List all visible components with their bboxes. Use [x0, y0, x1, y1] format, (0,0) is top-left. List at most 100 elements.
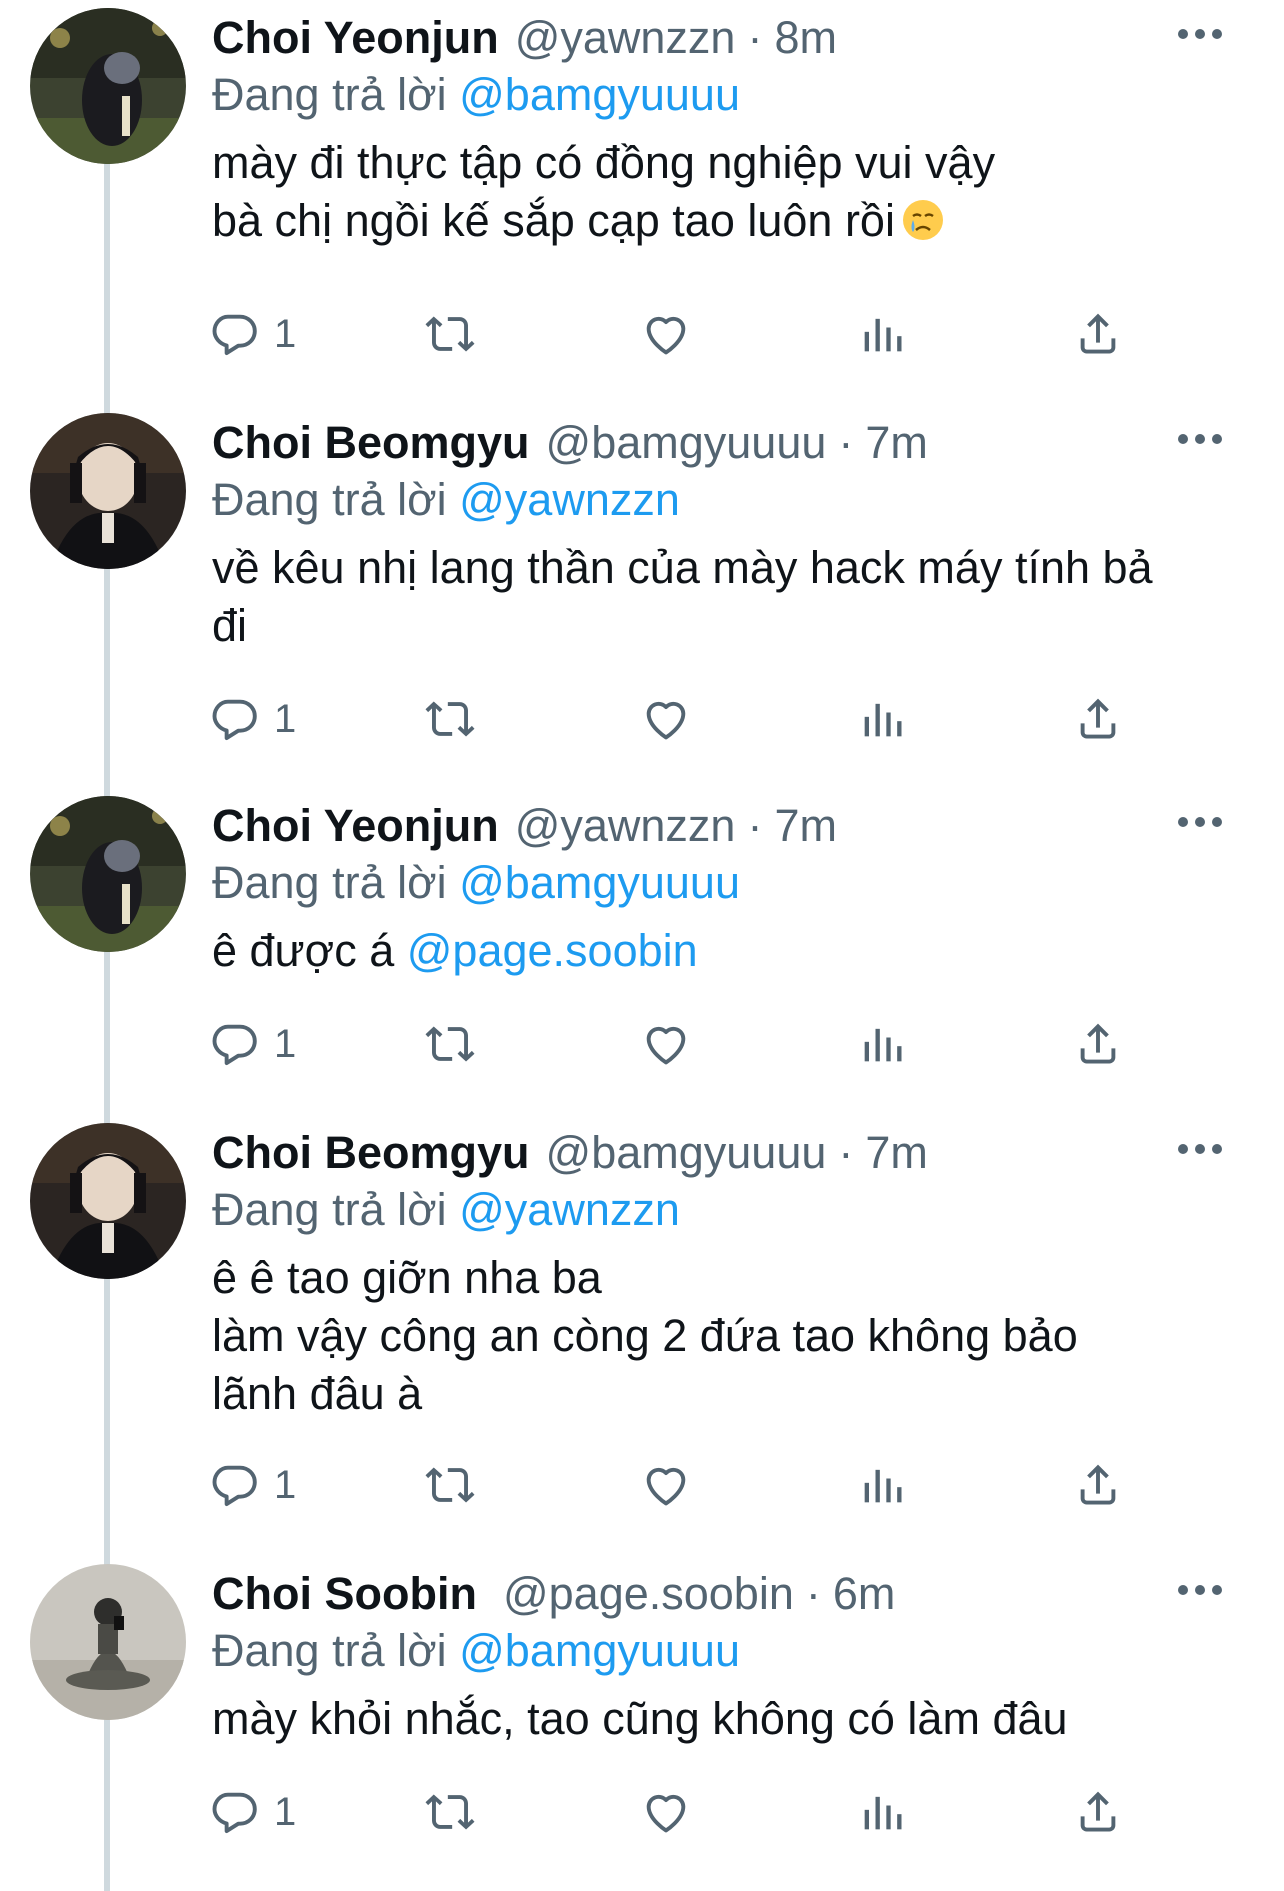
timestamp[interactable]: 7m: [865, 415, 928, 471]
avatar[interactable]: [30, 796, 186, 952]
tweet-header: Choi Yeonjun @yawnzzn · 8m: [212, 10, 837, 66]
retweet-button[interactable]: [424, 1782, 476, 1842]
timestamp[interactable]: 6m: [833, 1566, 896, 1622]
like-button[interactable]: [640, 1782, 692, 1842]
display-name[interactable]: Choi Yeonjun: [212, 798, 499, 854]
display-name[interactable]: Choi Beomgyu: [212, 1125, 530, 1181]
more-icon[interactable]: [1178, 427, 1222, 451]
tweet[interactable]: Choi Beomgyu @bamgyuuuu · 7m Đang trả lờ…: [0, 405, 1284, 785]
like-button[interactable]: [640, 304, 692, 364]
reply-icon: [212, 699, 257, 741]
views-icon: [864, 1028, 902, 1062]
views-button[interactable]: [856, 689, 908, 749]
avatar[interactable]: [30, 8, 186, 164]
retweet-button[interactable]: [424, 1014, 476, 1074]
separator-dot: ·: [838, 1127, 854, 1178]
more-icon[interactable]: [1178, 810, 1222, 834]
display-name[interactable]: Choi Soobin: [212, 1566, 477, 1622]
tweet-text: về kêu nhị lang thần của mày hack máy tí…: [212, 539, 1242, 655]
replying-to: Đang trả lời @bamgyuuuu: [212, 66, 740, 124]
like-button[interactable]: [640, 689, 692, 749]
timestamp[interactable]: 7m: [865, 1125, 928, 1181]
tweet[interactable]: Choi Beomgyu @bamgyuuuu · 7m Đang trả lờ…: [0, 1115, 1284, 1545]
retweet-icon: [425, 701, 475, 737]
display-name[interactable]: Choi Beomgyu: [212, 415, 530, 471]
tweet-text-line: đi: [212, 600, 248, 651]
views-button[interactable]: [856, 1782, 908, 1842]
retweet-button[interactable]: [424, 304, 476, 364]
share-button[interactable]: [1072, 1455, 1124, 1515]
user-handle[interactable]: @bamgyuuuu: [546, 415, 827, 471]
inline-mention-link[interactable]: @page.soobin: [407, 925, 698, 976]
retweet-icon: [425, 1026, 475, 1062]
reply-mention-link[interactable]: @yawnzzn: [459, 1184, 680, 1235]
retweet-button[interactable]: [424, 689, 476, 749]
reply-button[interactable]: 1: [208, 1455, 296, 1515]
tweet-header: Choi Yeonjun @yawnzzn · 7m: [212, 798, 837, 854]
user-handle[interactable]: @page.soobin: [503, 1566, 794, 1622]
crying-face-icon: [902, 200, 943, 240]
reply-button[interactable]: 1: [208, 1782, 296, 1842]
timestamp[interactable]: 7m: [774, 798, 837, 854]
avatar[interactable]: [30, 1123, 186, 1279]
reply-count: 1: [274, 311, 297, 356]
reply-button[interactable]: 1: [208, 1014, 296, 1074]
views-icon: [864, 1796, 902, 1830]
share-button[interactable]: [1072, 689, 1124, 749]
views-button[interactable]: [856, 1455, 908, 1515]
share-button[interactable]: [1072, 1014, 1124, 1074]
action-bar: 1: [0, 304, 1284, 364]
avatar[interactable]: [30, 1564, 186, 1720]
replying-to-label: Đang trả lời: [212, 474, 447, 525]
views-button[interactable]: [856, 304, 908, 364]
reply-count: 1: [274, 1021, 297, 1066]
replying-to: Đang trả lời @bamgyuuuu: [212, 1622, 740, 1680]
tweet-text-line: mày khỏi nhắc, tao cũng không có làm đâu: [212, 1693, 1068, 1744]
reply-icon: [212, 314, 257, 356]
action-bar: 1: [0, 1014, 1284, 1074]
more-icon[interactable]: [1178, 1578, 1222, 1602]
user-handle[interactable]: @bamgyuuuu: [546, 1125, 827, 1181]
separator-dot: ·: [747, 800, 763, 851]
tweet[interactable]: Choi Yeonjun @yawnzzn · 8m Đang trả lời …: [0, 0, 1284, 390]
share-button[interactable]: [1072, 1782, 1124, 1842]
avatar[interactable]: [30, 413, 186, 569]
reply-mention-link[interactable]: @bamgyuuuu: [459, 69, 740, 120]
reply-icon: [212, 1792, 257, 1834]
separator-dot: ·: [838, 417, 854, 468]
tweet-text-line: làm vậy công an còng 2 đứa tao không bảo: [212, 1310, 1078, 1361]
tweet-text-line: lãnh đâu à: [212, 1368, 423, 1419]
reply-mention-link[interactable]: @bamgyuuuu: [459, 857, 740, 908]
tweet[interactable]: Choi Soobin @page.soobin · 6m Đang trả l…: [0, 1556, 1284, 1891]
share-icon: [1080, 698, 1116, 739]
more-icon[interactable]: [1178, 1137, 1222, 1161]
display-name[interactable]: Choi Yeonjun: [212, 10, 499, 66]
like-icon: [646, 1794, 686, 1833]
user-handle[interactable]: @yawnzzn: [515, 798, 736, 854]
user-handle[interactable]: @yawnzzn: [515, 10, 736, 66]
reply-mention-link[interactable]: @yawnzzn: [459, 474, 680, 525]
reply-button[interactable]: 1: [208, 689, 296, 749]
action-bar: 1: [0, 1782, 1284, 1842]
like-button[interactable]: [640, 1455, 692, 1515]
tweet[interactable]: Choi Yeonjun @yawnzzn · 7m Đang trả lời …: [0, 788, 1284, 1108]
retweet-button[interactable]: [424, 1455, 476, 1515]
replying-to-label: Đang trả lời: [212, 69, 447, 120]
separator-dot: ·: [747, 12, 763, 63]
views-icon: [864, 318, 902, 352]
reply-button[interactable]: 1: [208, 304, 296, 364]
replying-to: Đang trả lời @yawnzzn: [212, 1181, 680, 1239]
separator-dot: ·: [805, 1568, 821, 1619]
reply-mention-link[interactable]: @bamgyuuuu: [459, 1625, 740, 1676]
tweet-header: Choi Beomgyu @bamgyuuuu · 7m: [212, 415, 928, 471]
tweet-text-line: mày đi thực tập có đồng nghiệp vui vậy: [212, 137, 996, 188]
timestamp[interactable]: 8m: [774, 10, 837, 66]
share-button[interactable]: [1072, 304, 1124, 364]
like-button[interactable]: [640, 1014, 692, 1074]
replying-to-label: Đang trả lời: [212, 1184, 447, 1235]
more-icon[interactable]: [1178, 22, 1222, 46]
reply-icon: [212, 1465, 257, 1507]
views-button[interactable]: [856, 1014, 908, 1074]
tweet-header: Choi Beomgyu @bamgyuuuu · 7m: [212, 1125, 928, 1181]
share-icon: [1080, 1791, 1116, 1832]
